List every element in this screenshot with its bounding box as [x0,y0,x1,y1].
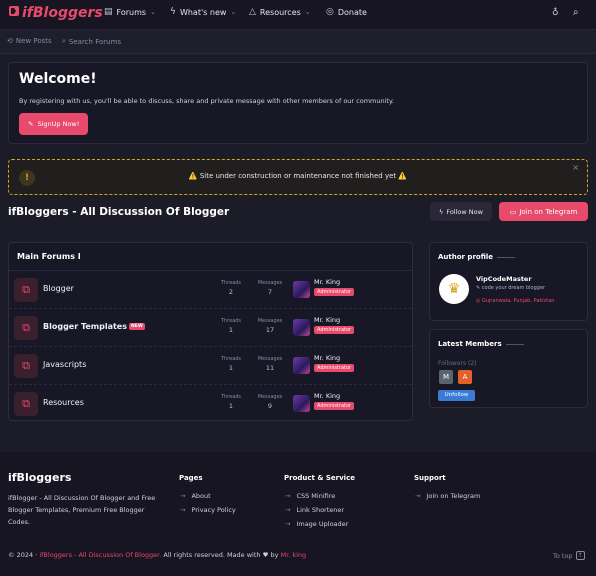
forums-heading: Main Forums I [17,252,81,261]
messages-stat: Messages 7 [257,280,283,296]
chevron-down-icon: ⌄ [230,8,237,16]
resources-icon: △ [249,7,256,17]
follow-button[interactable]: ϟ Follow Now [430,202,492,221]
chat-bubbles-icon: ⧉ [14,316,38,340]
search-icon: ⌕ [62,37,66,45]
unfollow-button[interactable]: Unfollow [438,390,475,401]
footer-link-telegram[interactable]: → Join on Telegram [415,492,480,500]
forum-title[interactable]: Javascripts [43,360,86,369]
chat-icon: ▭ [509,207,517,216]
arrow-right-icon: → [285,520,291,528]
telegram-button[interactable]: ▭ Join on Telegram [499,202,588,221]
copyright-site-link[interactable]: ifBloggers - All Discussion Of Blogger. [39,551,161,559]
chat-bubbles-icon: ⧉ [14,392,38,416]
edit-icon: ✎ [28,120,34,128]
close-icon[interactable]: × [572,163,579,172]
forum-title[interactable]: Resources [43,398,84,407]
arrow-up-icon: ↑ [575,551,585,560]
chevron-down-icon: ⌄ [150,8,156,16]
welcome-text: By registering with us, you'll be able t… [19,97,394,105]
maintenance-notice: ! ⚠️ Site under construction or maintena… [8,159,588,195]
latest-members-title: Latest Members [438,340,524,348]
bolt-icon: ϟ [170,7,176,17]
author-profile-title: Author profile [438,253,516,261]
footer-brand: ifBloggers [8,471,72,484]
nav-forums[interactable]: ▤ Forums ⌄ [104,7,156,17]
welcome-title: Welcome! [19,71,97,87]
arrow-right-icon: → [285,506,291,514]
nav-resources[interactable]: △ Resources ⌄ [249,7,311,17]
avatar [293,357,310,374]
page-title: ifBloggers - All Discussion Of Blogger [8,206,230,218]
footer-link-privacy[interactable]: → Privacy Policy [180,506,236,514]
role-badge: Administrator [314,326,355,334]
arrow-right-icon: → [415,492,421,500]
forum-row[interactable]: ⧉ Resources Threads 1 Messages 9 Mr. King A… [9,384,412,422]
messages-stat: Messages 11 [257,356,283,372]
search-icon[interactable]: ⌕ [573,7,579,18]
new-posts-link[interactable]: ⟲ New Posts [7,37,52,45]
forum-title[interactable]: Blogger Templates NEW [43,322,145,331]
chevron-down-icon: ⌄ [304,8,311,16]
nav-donate[interactable]: ◎ Donate [326,7,367,17]
forums-icon: ▤ [104,7,113,17]
forum-row[interactable]: ⧉ Blogger Threads 2 Messages 7 Mr. King Adm… [9,270,412,308]
footer-pages-title: Pages [179,474,203,482]
donate-icon: ◎ [326,7,334,17]
author-name[interactable]: VipCodeMaster [476,275,532,283]
welcome-panel: Welcome! By registering with us, you'll … [8,62,588,144]
copyright: © 2024 · ifBloggers - All Discussion Of … [8,551,307,559]
member-avatar[interactable]: M [439,370,453,384]
latest-members-panel: Latest Members Followers (2) M A Unfollo… [429,329,588,408]
search-forums-link[interactable]: ⌕ Search Forums [62,37,121,46]
forums-list: Main Forums I ⧉ Blogger Threads 2 Message… [8,242,413,421]
author-avatar[interactable]: ♛ [439,274,469,304]
footer-link-image-uploader[interactable]: → Image Uploader [285,520,348,528]
forum-row[interactable]: ⧉ Blogger Templates NEW Threads 1 Messages… [9,308,412,346]
footer-products-title: Product & Service [284,474,355,482]
role-badge: Administrator [314,288,355,296]
arrow-right-icon: → [180,506,186,514]
avatar [293,319,310,336]
signup-button[interactable]: ✎ SignUp Now! [19,113,89,135]
footer-link-about[interactable]: → About [180,492,211,500]
member-avatar[interactable]: A [458,370,472,384]
messages-stat: Messages 17 [257,318,283,334]
author-location: ◎ Gujranwala, Punjab, Pakistan [476,298,555,304]
footer-link-css-minifire[interactable]: → CSS Minifire [285,492,335,500]
avatar [293,395,310,412]
chat-bubbles-icon: ⧉ [14,278,38,302]
author-tagline: ✎ code your dream blogger [476,285,546,291]
logo-text: ifBloggers [22,5,103,21]
arrow-right-icon: → [180,492,186,500]
role-badge: Administrator [314,364,355,372]
threads-stat: Threads 1 [220,356,242,372]
threads-stat: Threads 1 [220,394,242,410]
threads-stat: Threads 2 [220,280,242,296]
arrow-right-icon: → [285,492,291,500]
new-badge: NEW [128,323,145,330]
copyright-author-link[interactable]: Mr. king [281,551,307,559]
lightbulb-icon[interactable]: ♁ [552,8,559,18]
site-logo[interactable]: ifBloggers [8,5,103,21]
threads-stat: Threads 1 [220,318,242,334]
footer-support-title: Support [414,474,446,482]
chat-bubbles-icon: ⧉ [14,354,38,378]
avatar [293,281,310,298]
footer-link-link-shortener[interactable]: → Link Shortener [285,506,344,514]
forum-title[interactable]: Blogger [43,284,74,293]
followers-label: Followers (2) [438,360,477,367]
new-posts-icon: ⟲ [7,37,13,45]
footer-description: ifBlogger - All Discussion Of Blogger an… [8,494,156,526]
to-top-button[interactable]: To top ↑ [553,551,585,560]
logo-icon [9,6,19,16]
role-badge: Administrator [314,402,355,410]
bolt-icon: ϟ [439,207,444,216]
notice-text: ⚠️ Site under construction or maintenanc… [188,172,408,180]
forum-row[interactable]: ⧉ Javascripts Threads 1 Messages 11 Mr. Ki… [9,346,412,384]
nav-whats-new[interactable]: ϟ What's new ⌄ [170,7,236,17]
author-profile-panel: Author profile ♛ VipCodeMaster ✎ code yo… [429,242,588,321]
messages-stat: Messages 9 [257,394,283,410]
